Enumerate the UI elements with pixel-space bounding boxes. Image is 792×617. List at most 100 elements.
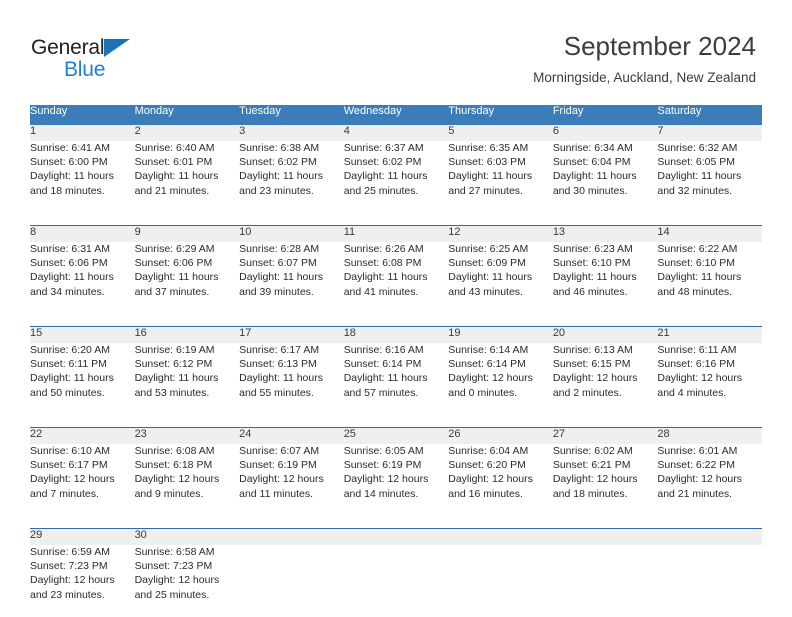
day-cell[interactable]: Sunrise: 6:28 AM Sunset: 6:07 PM Dayligh… [239,242,344,314]
day-cell[interactable]: Sunrise: 6:25 AM Sunset: 6:09 PM Dayligh… [448,242,553,314]
week-1-detail-row: Sunrise: 6:41 AM Sunset: 6:00 PM Dayligh… [30,141,762,213]
day-number[interactable]: 8 [30,226,135,242]
day-cell[interactable]: Sunrise: 6:07 AM Sunset: 6:19 PM Dayligh… [239,444,344,516]
day-number[interactable]: 7 [657,125,762,141]
day-cell[interactable]: Sunrise: 6:17 AM Sunset: 6:13 PM Dayligh… [239,343,344,415]
day-cell[interactable]: Sunrise: 6:04 AM Sunset: 6:20 PM Dayligh… [448,444,553,516]
day-number[interactable]: 20 [552,327,658,343]
day-cell[interactable]: Sunrise: 6:37 AM Sunset: 6:02 PM Dayligh… [343,141,449,213]
day-cell[interactable]: Sunrise: 6:08 AM Sunset: 6:18 PM Dayligh… [134,444,240,516]
sunset-text: Sunset: 6:06 PM [134,257,213,270]
day-cell[interactable]: Sunrise: 6:26 AM Sunset: 6:08 PM Dayligh… [343,242,449,314]
sunrise-text: Sunrise: 6:17 AM [239,344,320,356]
day-cell[interactable]: Sunrise: 6:35 AM Sunset: 6:03 PM Dayligh… [448,141,553,213]
day-number[interactable]: 11 [343,226,449,242]
daylight-text-line1: Daylight: 12 hours [657,372,743,385]
sunrise-text: Sunrise: 6:58 AM [134,546,215,558]
week-1-spacer [30,213,762,225]
sunset-text: Sunset: 6:00 PM [30,156,108,169]
day-cell[interactable]: Sunrise: 6:29 AM Sunset: 6:06 PM Dayligh… [134,242,240,314]
day-cell[interactable]: Sunrise: 6:59 AM Sunset: 7:23 PM Dayligh… [30,545,135,617]
daylight-text-line2: and 32 minutes. [657,184,733,197]
weekday-header-tuesday: Tuesday [239,105,344,125]
day-number[interactable]: 14 [657,226,762,242]
day-cell[interactable]: Sunrise: 6:10 AM Sunset: 6:17 PM Dayligh… [30,444,135,516]
day-cell[interactable]: Sunrise: 6:14 AM Sunset: 6:14 PM Dayligh… [448,343,553,415]
day-number[interactable]: 13 [552,226,658,242]
sunset-text: Sunset: 6:13 PM [239,358,317,371]
day-number[interactable]: 26 [448,428,553,444]
daylight-text-line2: and 16 minutes. [448,487,523,500]
day-cell[interactable]: Sunrise: 6:34 AM Sunset: 6:04 PM Dayligh… [552,141,658,213]
week-2-spacer [30,314,762,326]
day-number[interactable]: 2 [134,125,240,141]
daylight-text-line1: Daylight: 12 hours [134,473,220,486]
sunrise-text: Sunrise: 6:07 AM [239,445,320,457]
daylight-text-line1: Daylight: 11 hours [552,271,637,284]
day-number[interactable]: 4 [343,125,449,141]
day-number[interactable]: 17 [239,327,344,343]
day-cell[interactable]: Sunrise: 6:58 AM Sunset: 7:23 PM Dayligh… [134,545,240,617]
day-cell[interactable]: Sunrise: 6:11 AM Sunset: 6:16 PM Dayligh… [657,343,762,415]
day-number[interactable]: 6 [552,125,658,141]
sunset-text: Sunset: 6:19 PM [343,459,422,472]
page-title: September 2024 [563,31,756,61]
day-cell[interactable]: Sunrise: 6:31 AM Sunset: 6:06 PM Dayligh… [30,242,135,314]
day-number[interactable]: 5 [448,125,553,141]
day-number[interactable]: 19 [448,327,553,343]
day-number[interactable]: 16 [134,327,240,343]
sunset-text: Sunset: 6:19 PM [239,459,317,472]
day-number[interactable]: 21 [657,327,762,343]
day-number[interactable]: 29 [30,529,135,545]
sunrise-text: Sunrise: 6:32 AM [657,142,738,154]
day-cell[interactable]: Sunrise: 6:38 AM Sunset: 6:02 PM Dayligh… [239,141,344,213]
day-cell[interactable]: Sunrise: 6:19 AM Sunset: 6:12 PM Dayligh… [134,343,240,415]
day-cell[interactable]: Sunrise: 6:05 AM Sunset: 6:19 PM Dayligh… [343,444,449,516]
daylight-text-line1: Daylight: 11 hours [657,170,742,183]
day-cell[interactable]: Sunrise: 6:16 AM Sunset: 6:14 PM Dayligh… [343,343,449,415]
daylight-text-line2: and 21 minutes. [657,487,733,500]
general-blue-logo[interactable]: General Blue [31,36,171,82]
sunrise-text: Sunrise: 6:37 AM [343,142,424,154]
sunset-text: Sunset: 6:05 PM [657,156,736,169]
day-cell[interactable]: Sunrise: 6:23 AM Sunset: 6:10 PM Dayligh… [552,242,658,314]
week-4-daynumber-row: 22 23 24 25 26 27 28 [30,428,762,444]
day-number[interactable]: 25 [343,428,449,444]
day-cell[interactable]: Sunrise: 6:02 AM Sunset: 6:21 PM Dayligh… [552,444,658,516]
day-number[interactable]: 15 [30,327,135,343]
day-number[interactable]: 27 [552,428,658,444]
page-header: General Blue September 2024 Morningside,… [0,0,792,100]
day-number[interactable]: 18 [343,327,449,343]
day-cell[interactable]: Sunrise: 6:22 AM Sunset: 6:10 PM Dayligh… [657,242,762,314]
day-number[interactable]: 30 [134,529,240,545]
day-cell[interactable]: Sunrise: 6:20 AM Sunset: 6:11 PM Dayligh… [30,343,135,415]
daylight-text-line2: and 18 minutes. [30,184,105,197]
day-number[interactable]: 22 [30,428,135,444]
week-5-detail-row: Sunrise: 6:59 AM Sunset: 7:23 PM Dayligh… [30,545,762,617]
week-5-daynumber-row: 29 30 [30,529,762,545]
week-3-spacer [30,415,762,427]
day-number[interactable]: 12 [448,226,553,242]
day-number[interactable]: 28 [657,428,762,444]
day-cell[interactable]: Sunrise: 6:13 AM Sunset: 6:15 PM Dayligh… [552,343,658,415]
day-cell[interactable]: Sunrise: 6:01 AM Sunset: 6:22 PM Dayligh… [657,444,762,516]
sunrise-text: Sunrise: 6:22 AM [657,243,738,255]
day-number[interactable]: 23 [134,428,240,444]
sunset-text: Sunset: 6:02 PM [343,156,422,169]
day-cell[interactable]: Sunrise: 6:40 AM Sunset: 6:01 PM Dayligh… [134,141,240,213]
sunrise-text: Sunrise: 6:20 AM [30,344,110,356]
day-number[interactable]: 9 [134,226,240,242]
week-4-detail-row: Sunrise: 6:10 AM Sunset: 6:17 PM Dayligh… [30,444,762,516]
day-cell[interactable]: Sunrise: 6:32 AM Sunset: 6:05 PM Dayligh… [657,141,762,213]
day-number[interactable]: 1 [30,125,135,141]
day-cell[interactable]: Sunrise: 6:41 AM Sunset: 6:00 PM Dayligh… [30,141,135,213]
logo-triangle-icon [104,39,130,57]
daylight-text-line1: Daylight: 11 hours [239,271,323,284]
day-number[interactable]: 3 [239,125,344,141]
day-number[interactable]: 10 [239,226,344,242]
daylight-text-line1: Daylight: 11 hours [239,372,323,385]
daylight-text-line1: Daylight: 11 hours [448,170,533,183]
sunset-text: Sunset: 6:14 PM [343,358,422,371]
daylight-text-line1: Daylight: 11 hours [134,170,219,183]
day-number[interactable]: 24 [239,428,344,444]
